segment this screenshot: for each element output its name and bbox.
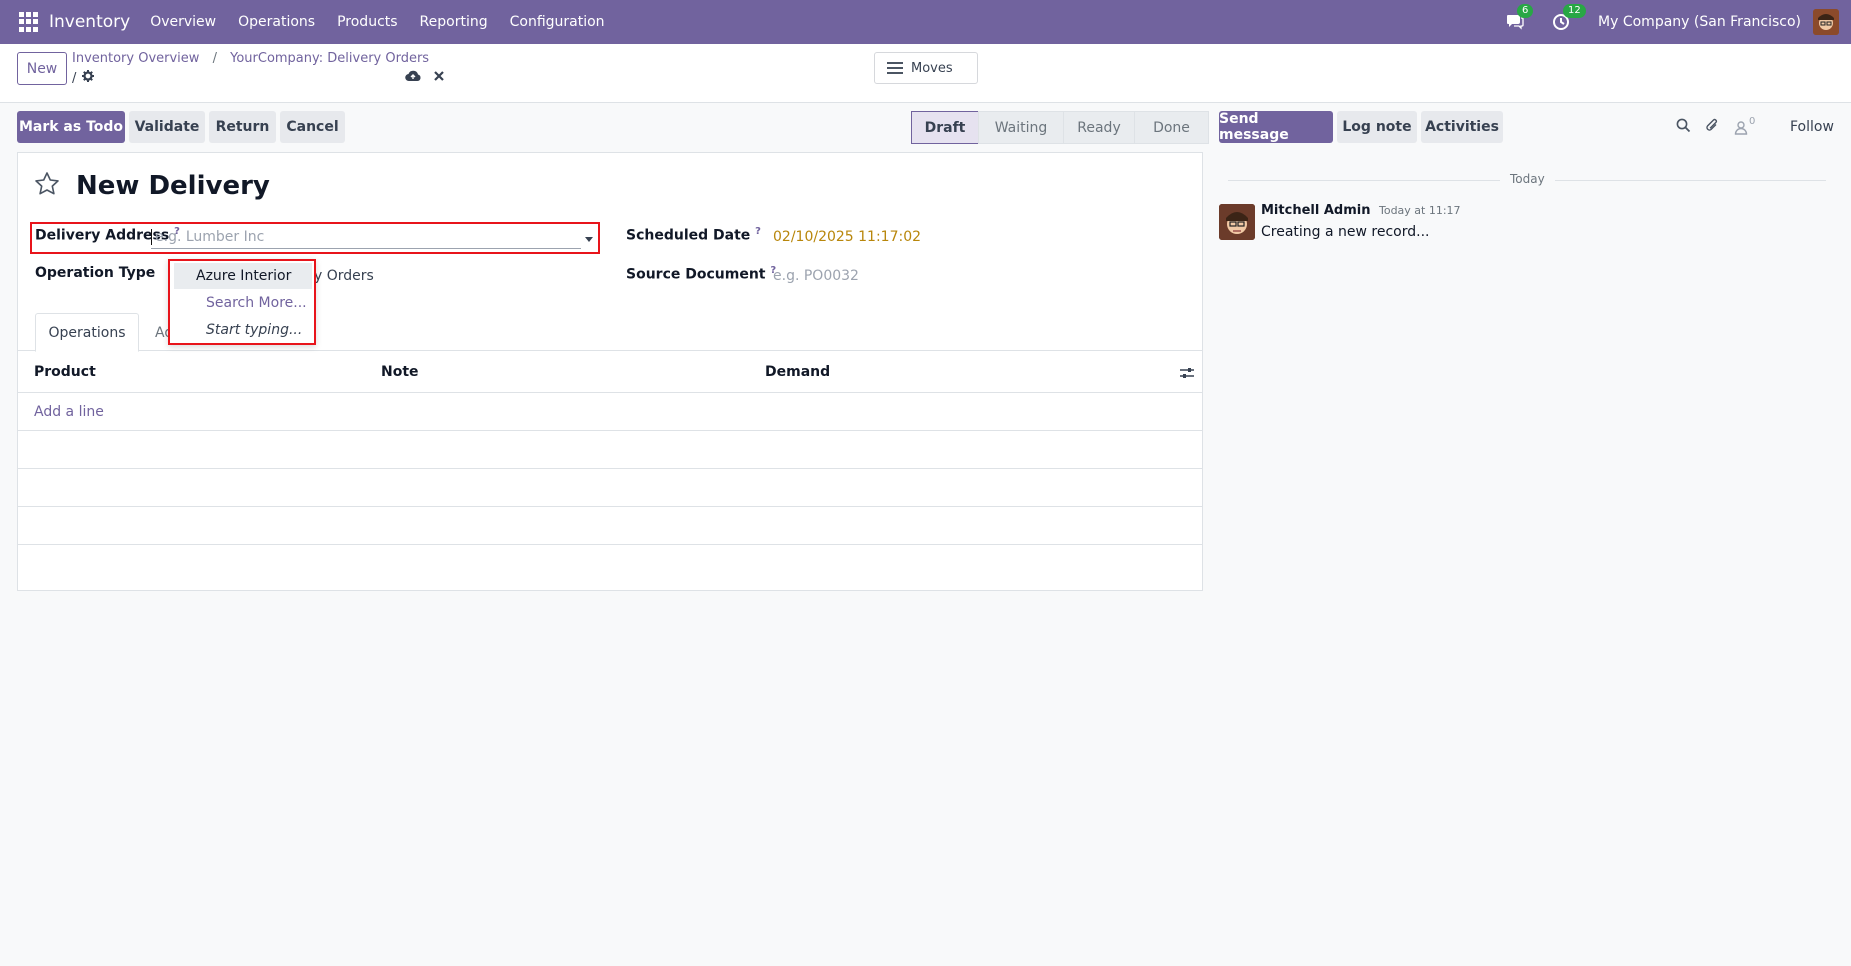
scheduled-date-label-text: Scheduled Date xyxy=(626,227,751,244)
delivery-address-autocomplete: Azure Interior Search More... Start typi… xyxy=(168,259,316,345)
messages-badge: 6 xyxy=(1517,4,1534,18)
message-author: Mitchell Admin Today at 11:17 xyxy=(1261,203,1461,218)
menu-reporting[interactable]: Reporting xyxy=(420,14,488,30)
menu-overview[interactable]: Overview xyxy=(150,14,216,30)
column-demand[interactable]: Demand xyxy=(765,364,830,380)
chevron-down-icon[interactable] xyxy=(585,237,593,242)
save-discard-group xyxy=(405,70,445,86)
avatar[interactable] xyxy=(1219,204,1255,240)
activities-badge: 12 xyxy=(1563,4,1586,18)
column-product[interactable]: Product xyxy=(34,364,96,380)
mark-as-todo-button[interactable]: Mark as Todo xyxy=(17,111,125,143)
source-document-input[interactable]: e.g. PO0032 xyxy=(773,268,859,284)
top-navbar: Inventory Overview Operations Products R… xyxy=(0,0,1851,44)
delivery-address-input[interactable]: e.g. Lumber Inc xyxy=(151,223,581,249)
chatter-toolbar-icons: 0 xyxy=(1676,116,1755,137)
breadcrumb-delivery-orders[interactable]: YourCompany: Delivery Orders xyxy=(230,51,429,66)
form-sheet: New Delivery Delivery Address ? e.g. Lum… xyxy=(17,152,1203,591)
log-note-button[interactable]: Log note xyxy=(1337,111,1417,143)
source-document-label: Source Document ? xyxy=(626,265,776,283)
list-icon xyxy=(887,62,903,74)
message-author-name[interactable]: Mitchell Admin xyxy=(1261,203,1370,218)
status-waiting[interactable]: Waiting xyxy=(978,111,1064,144)
date-separator-label: Today xyxy=(1500,172,1555,186)
save-cloud-icon[interactable] xyxy=(405,70,421,86)
table-row xyxy=(18,469,1202,507)
discard-close-icon[interactable] xyxy=(433,70,445,86)
optional-columns-icon[interactable] xyxy=(1179,365,1195,381)
status-draft[interactable]: Draft xyxy=(911,111,979,144)
new-button[interactable]: New xyxy=(17,52,67,85)
autocomplete-start-typing-hint: Start typing... xyxy=(206,322,303,338)
status-bar: Draft Waiting Ready Done xyxy=(911,111,1209,144)
search-icon[interactable] xyxy=(1676,118,1691,137)
cancel-button[interactable]: Cancel xyxy=(280,111,345,143)
breadcrumb: Inventory Overview / YourCompany: Delive… xyxy=(72,51,429,66)
breadcrumb-current-slash: / xyxy=(72,70,77,86)
star-icon[interactable] xyxy=(34,171,60,197)
follow-button[interactable]: Follow xyxy=(1790,119,1834,135)
return-button[interactable]: Return xyxy=(209,111,276,143)
moves-label: Moves xyxy=(911,60,953,76)
followers-icon[interactable]: 0 xyxy=(1734,116,1755,135)
menu-operations[interactable]: Operations xyxy=(238,14,315,30)
user-avatar[interactable] xyxy=(1813,9,1839,35)
record-title: New Delivery xyxy=(76,171,270,201)
operations-table-header: Product Note Demand xyxy=(18,352,1202,393)
breadcrumb-current: / xyxy=(72,70,95,86)
followers-count: 0 xyxy=(1749,116,1756,127)
delivery-address-label-text: Delivery Address xyxy=(35,227,170,244)
app-title[interactable]: Inventory xyxy=(49,12,130,32)
table-row xyxy=(18,431,1202,469)
paperclip-icon[interactable] xyxy=(1705,118,1720,137)
column-note[interactable]: Note xyxy=(381,364,419,380)
message-body: Creating a new record... xyxy=(1261,224,1430,240)
scheduled-date-input[interactable]: 02/10/2025 11:17:02 xyxy=(773,229,921,245)
status-done[interactable]: Done xyxy=(1134,111,1209,144)
gear-icon[interactable] xyxy=(82,70,95,86)
help-icon[interactable]: ? xyxy=(755,226,761,237)
operation-type-label: Operation Type xyxy=(35,265,156,281)
company-switcher[interactable]: My Company (San Francisco) xyxy=(1598,14,1801,30)
message-timestamp: Today at 11:17 xyxy=(1378,204,1461,217)
table-row: Add a line xyxy=(18,393,1202,431)
add-a-line-link[interactable]: Add a line xyxy=(34,404,104,420)
apps-menu-icon[interactable] xyxy=(19,12,39,32)
operation-type-value[interactable]: y Orders xyxy=(314,268,374,284)
activities-button[interactable]: Activities xyxy=(1421,111,1503,143)
activities-clock-icon[interactable]: 12 xyxy=(1552,4,1586,32)
moves-smart-button[interactable]: Moves xyxy=(874,52,978,84)
control-panel: New Inventory Overview / YourCompany: De… xyxy=(0,44,1851,103)
table-row xyxy=(18,507,1202,545)
breadcrumb-inventory-overview[interactable]: Inventory Overview xyxy=(72,51,199,66)
autocomplete-search-more[interactable]: Search More... xyxy=(174,290,312,316)
send-message-button[interactable]: Send message xyxy=(1219,111,1333,143)
breadcrumb-separator: / xyxy=(212,51,217,66)
menu-products[interactable]: Products xyxy=(337,14,397,30)
validate-button[interactable]: Validate xyxy=(129,111,205,143)
status-ready[interactable]: Ready xyxy=(1063,111,1135,144)
tab-operations[interactable]: Operations xyxy=(35,313,139,352)
messages-icon[interactable]: 6 xyxy=(1506,4,1534,32)
autocomplete-option-azure-interior[interactable]: Azure Interior xyxy=(174,263,312,289)
menu-configuration[interactable]: Configuration xyxy=(510,14,605,30)
scheduled-date-label: Scheduled Date ? xyxy=(626,226,761,244)
source-document-label-text: Source Document xyxy=(626,266,766,283)
